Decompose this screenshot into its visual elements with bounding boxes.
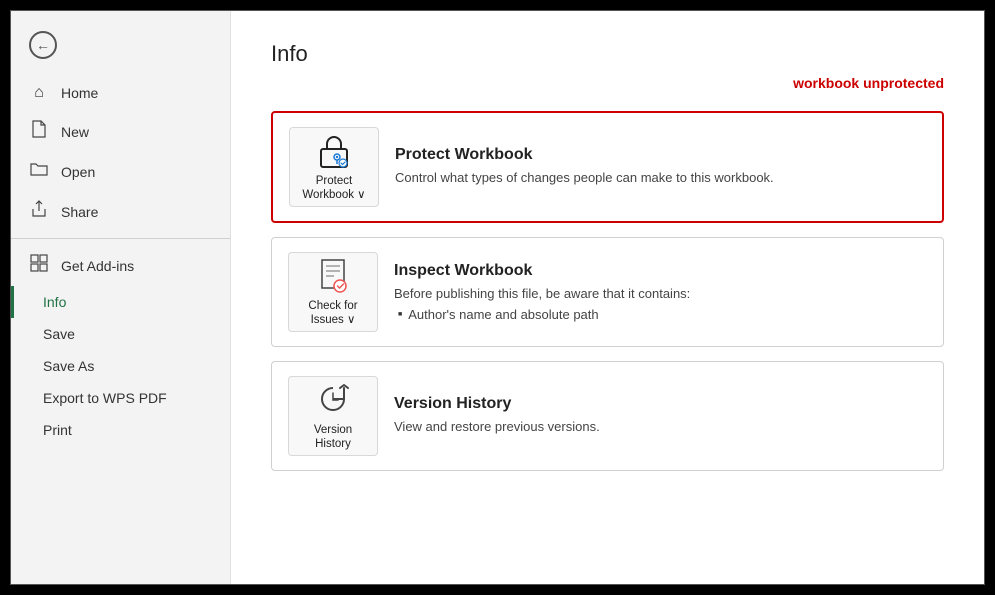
share-icon xyxy=(29,200,49,223)
sidebar-sub-item-info[interactable]: Info xyxy=(11,286,230,318)
sidebar-item-open[interactable]: Open xyxy=(11,152,230,191)
new-doc-icon xyxy=(29,120,49,143)
sidebar-item-new-label: New xyxy=(61,124,89,140)
sidebar-sub-item-print-label: Print xyxy=(43,422,72,438)
sidebar-item-home-label: Home xyxy=(61,85,98,101)
sidebar-item-share-label: Share xyxy=(61,204,98,220)
protect-workbook-card: ProtectWorkbook ∨ Protect Workbook Contr… xyxy=(271,111,944,223)
open-icon xyxy=(29,161,49,182)
sidebar-sub-item-saveas[interactable]: Save As xyxy=(11,350,230,382)
sidebar-item-open-label: Open xyxy=(61,164,95,180)
protect-workbook-button[interactable]: ProtectWorkbook ∨ xyxy=(289,127,379,207)
lock-icon xyxy=(315,131,353,171)
protect-workbook-title: Protect Workbook xyxy=(395,146,926,164)
protect-workbook-icon-label: ProtectWorkbook ∨ xyxy=(302,175,365,203)
inspect-workbook-content: Inspect Workbook Before publishing this … xyxy=(394,262,927,322)
sidebar-sub-item-export-label: Export to WPS PDF xyxy=(43,390,167,406)
sidebar-item-home[interactable]: ⌂ Home xyxy=(11,75,230,111)
workbook-status: workbook unprotected xyxy=(271,75,944,91)
version-history-button[interactable]: VersionHistory xyxy=(288,376,378,456)
sidebar: ← ⌂ Home New Open xyxy=(11,11,231,584)
page-title: Info xyxy=(271,41,944,67)
inspect-workbook-card: Check forIssues ∨ Inspect Workbook Befor… xyxy=(271,237,944,347)
check-issues-icon-label: Check forIssues ∨ xyxy=(308,300,357,328)
sidebar-item-share[interactable]: Share xyxy=(11,191,230,232)
sidebar-sub-items: Info Save Save As Export to WPS PDF Prin… xyxy=(11,286,230,446)
version-history-icon-label: VersionHistory xyxy=(314,424,352,452)
sidebar-sub-item-print[interactable]: Print xyxy=(11,414,230,446)
sidebar-sub-item-info-label: Info xyxy=(43,294,66,310)
version-history-card: VersionHistory Version History View and … xyxy=(271,361,944,471)
back-button[interactable]: ← xyxy=(11,21,230,69)
back-circle-icon: ← xyxy=(29,31,57,59)
version-history-title: Version History xyxy=(394,395,927,413)
inspect-list-item-1: Author's name and absolute path xyxy=(398,307,927,322)
version-history-icon xyxy=(314,380,352,420)
sidebar-sub-item-export[interactable]: Export to WPS PDF xyxy=(11,382,230,414)
protect-workbook-content: Protect Workbook Control what types of c… xyxy=(395,146,926,187)
version-history-description: View and restore previous versions. xyxy=(394,418,927,436)
sidebar-sub-item-save-label: Save xyxy=(43,326,75,342)
main-content: Info workbook unprotected ProtectWorkbo xyxy=(231,11,984,584)
check-issues-icon xyxy=(314,256,352,296)
inspect-workbook-title: Inspect Workbook xyxy=(394,262,927,280)
addins-icon xyxy=(29,254,49,277)
sidebar-item-addins[interactable]: Get Add-ins xyxy=(11,245,230,286)
version-history-content: Version History View and restore previou… xyxy=(394,395,927,436)
sidebar-sub-item-saveas-label: Save As xyxy=(43,358,94,374)
protect-workbook-description: Control what types of changes people can… xyxy=(395,169,926,187)
app-window: ← ⌂ Home New Open xyxy=(10,10,985,585)
inspect-workbook-list: Author's name and absolute path xyxy=(394,307,927,322)
inspect-list-item-1-text: Author's name and absolute path xyxy=(408,307,598,322)
home-icon: ⌂ xyxy=(29,84,49,102)
sidebar-item-addins-label: Get Add-ins xyxy=(61,258,134,274)
inspect-workbook-description: Before publishing this file, be aware th… xyxy=(394,285,927,303)
sidebar-item-new[interactable]: New xyxy=(11,111,230,152)
sidebar-divider xyxy=(11,238,230,239)
check-issues-button[interactable]: Check forIssues ∨ xyxy=(288,252,378,332)
sidebar-sub-item-save[interactable]: Save xyxy=(11,318,230,350)
